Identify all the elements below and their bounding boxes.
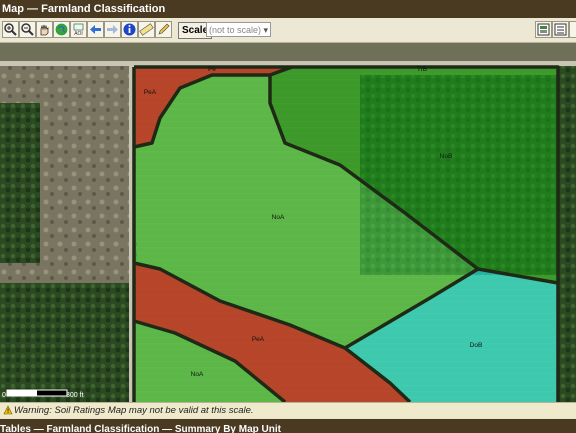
map-canvas[interactable]: Fort Rd PeA Pe TrB NoB NoA PeA NoA DoB (0, 43, 576, 402)
info-icon[interactable] (121, 21, 138, 38)
tree-cluster-east (558, 65, 576, 402)
scale-max-label: 300 ft (66, 392, 84, 399)
chevron-down-icon: ▾ (263, 25, 268, 35)
print-icon[interactable] (569, 21, 576, 38)
unit-label-pea-south: PeA (252, 336, 265, 343)
tables-panel-header[interactable]: Tables — Farmland Classification — Summa… (0, 418, 576, 433)
scale-select[interactable]: (not to scale) ▾ (206, 22, 271, 37)
warning-text: Warning: Soil Ratings Map may not be val… (14, 405, 254, 416)
unit-label-trb: TrB (417, 66, 427, 73)
unit-label-nob: NoB (440, 153, 453, 160)
window-titlebar: Map — Farmland Classification (0, 0, 576, 18)
pencil-icon[interactable] (155, 21, 172, 38)
layers-icon[interactable] (535, 21, 552, 38)
map-toolbar: AOI Scale (not to scale) ▾ (0, 18, 576, 43)
scale-min-label: 0 (2, 392, 6, 399)
unit-label-noa: NoA (272, 214, 285, 221)
scale-bar (6, 389, 68, 397)
scale-select-value: (not to scale) (209, 25, 262, 35)
tree-cluster-southwest (0, 283, 132, 402)
tree-cluster-west (0, 103, 40, 263)
unit-label-noa-south: NoA (191, 371, 204, 378)
aoi-icon[interactable]: AOI (70, 21, 87, 38)
unit-label-pea-north: PeA (144, 89, 157, 96)
unit-label-dob: DoB (470, 342, 483, 349)
globe-icon[interactable] (53, 21, 70, 38)
window-title: Map — Farmland Classification (2, 3, 166, 15)
unit-label-pe: Pe (208, 66, 216, 73)
measure-icon[interactable] (138, 21, 155, 38)
pan-icon[interactable] (36, 21, 53, 38)
map-svg: Fort Rd PeA Pe TrB NoB NoA PeA NoA DoB (0, 43, 576, 402)
aoi-label: AOI (74, 31, 83, 37)
zoom-out-icon[interactable] (19, 21, 36, 38)
back-icon[interactable] (87, 21, 104, 38)
zoom-in-icon[interactable] (2, 21, 19, 38)
warning-bar: Warning: Soil Ratings Map may not be val… (0, 402, 576, 419)
forward-icon[interactable] (104, 21, 121, 38)
legend-icon[interactable] (552, 21, 569, 38)
